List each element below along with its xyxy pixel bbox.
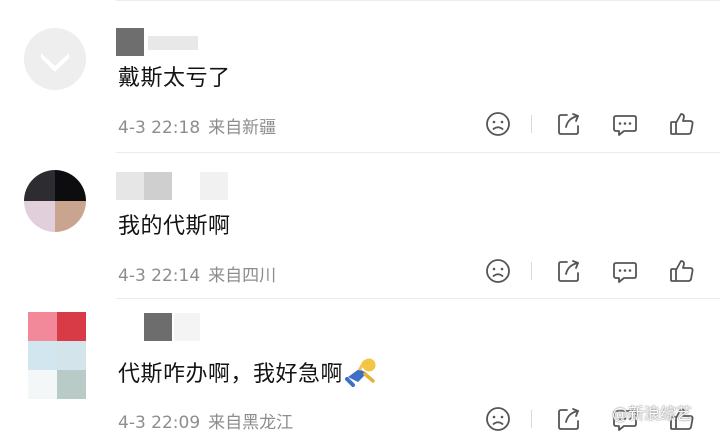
- frown-face-icon: [486, 259, 510, 283]
- comment-time: 4-3 22:14: [118, 266, 201, 286]
- share-icon: [558, 260, 579, 282]
- avatar[interactable]: [24, 28, 86, 90]
- comment-location: 来自新疆: [208, 118, 277, 138]
- comment-location: 来自四川: [208, 266, 277, 286]
- share-icon: [558, 408, 579, 430]
- avatar[interactable]: [24, 170, 86, 232]
- comment-divider: [116, 298, 720, 299]
- action-separator: [531, 115, 532, 133]
- comment-text: 代斯咋办啊，我好急啊: [118, 356, 379, 393]
- comment-location: 来自黑龙江: [208, 413, 294, 433]
- action-separator: [531, 262, 532, 280]
- comment-meta: 4-3 22:09 来自黑龙江: [118, 408, 301, 433]
- comment-text: 戴斯太亏了: [118, 66, 231, 91]
- reply-button[interactable]: [611, 257, 639, 285]
- username-blurred[interactable]: [116, 172, 236, 200]
- share-button[interactable]: [555, 257, 583, 285]
- running-figure-emoji: [345, 357, 379, 393]
- frown-face-icon: [486, 407, 510, 431]
- like-button[interactable]: [668, 110, 696, 138]
- share-button[interactable]: [555, 405, 583, 433]
- top-divider: [116, 0, 720, 1]
- action-separator: [531, 410, 532, 428]
- comment-text: 我的代斯啊: [118, 214, 231, 239]
- comment-meta: 4-3 22:18 来自新疆: [118, 113, 284, 138]
- dislike-button[interactable]: [484, 405, 512, 433]
- share-icon: [558, 113, 579, 135]
- comment-divider: [116, 152, 720, 153]
- reply-button[interactable]: [611, 110, 639, 138]
- username-blurred[interactable]: [116, 313, 200, 341]
- comment-bubble-icon: [613, 262, 637, 283]
- comment-bubble-icon: [613, 115, 637, 136]
- comment-time: 4-3 22:18: [118, 118, 201, 138]
- comment-meta: 4-3 22:14 来自四川: [118, 261, 284, 286]
- frown-face-icon: [486, 112, 510, 136]
- thumbs-up-icon: [670, 260, 694, 282]
- share-button[interactable]: [555, 110, 583, 138]
- watermark: @新浪综艺: [612, 404, 693, 423]
- dislike-button[interactable]: [484, 257, 512, 285]
- avatar[interactable]: [28, 312, 90, 400]
- default-avatar-icon: [24, 28, 86, 90]
- comment-time: 4-3 22:09: [118, 413, 201, 433]
- thumbs-up-icon: [670, 113, 694, 135]
- like-button[interactable]: [668, 257, 696, 285]
- username-blurred[interactable]: [116, 28, 206, 56]
- comment-text-content: 代斯咋办啊，我好急啊: [118, 362, 344, 387]
- dislike-button[interactable]: [484, 110, 512, 138]
